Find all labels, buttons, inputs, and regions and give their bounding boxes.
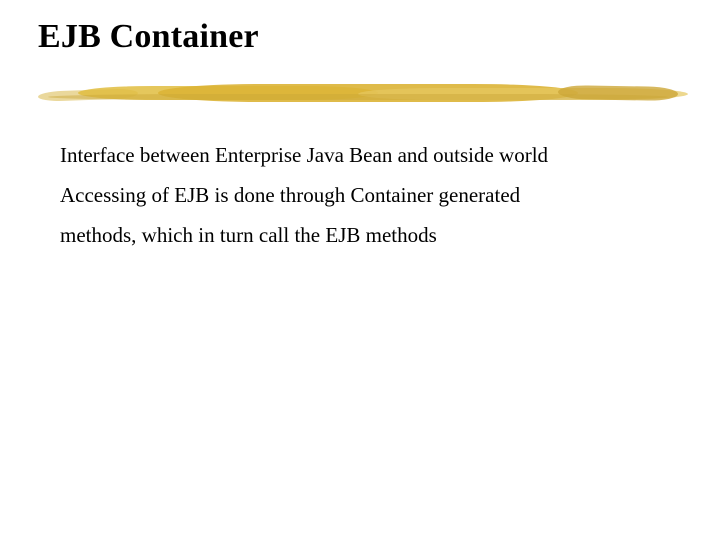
body-line: methods, which in turn call the EJB meth… [60, 216, 640, 256]
slide-title: EJB Container [38, 18, 672, 56]
slide: EJB Container Interface between Enterpri… [0, 0, 720, 540]
title-underline-brushstroke [38, 80, 678, 108]
brush-stroke-icon [48, 94, 668, 100]
body-line: Interface between Enterprise Java Bean a… [60, 136, 640, 176]
slide-body: Interface between Enterprise Java Bean a… [60, 136, 640, 256]
body-line: Accessing of EJB is done through Contain… [60, 176, 640, 216]
